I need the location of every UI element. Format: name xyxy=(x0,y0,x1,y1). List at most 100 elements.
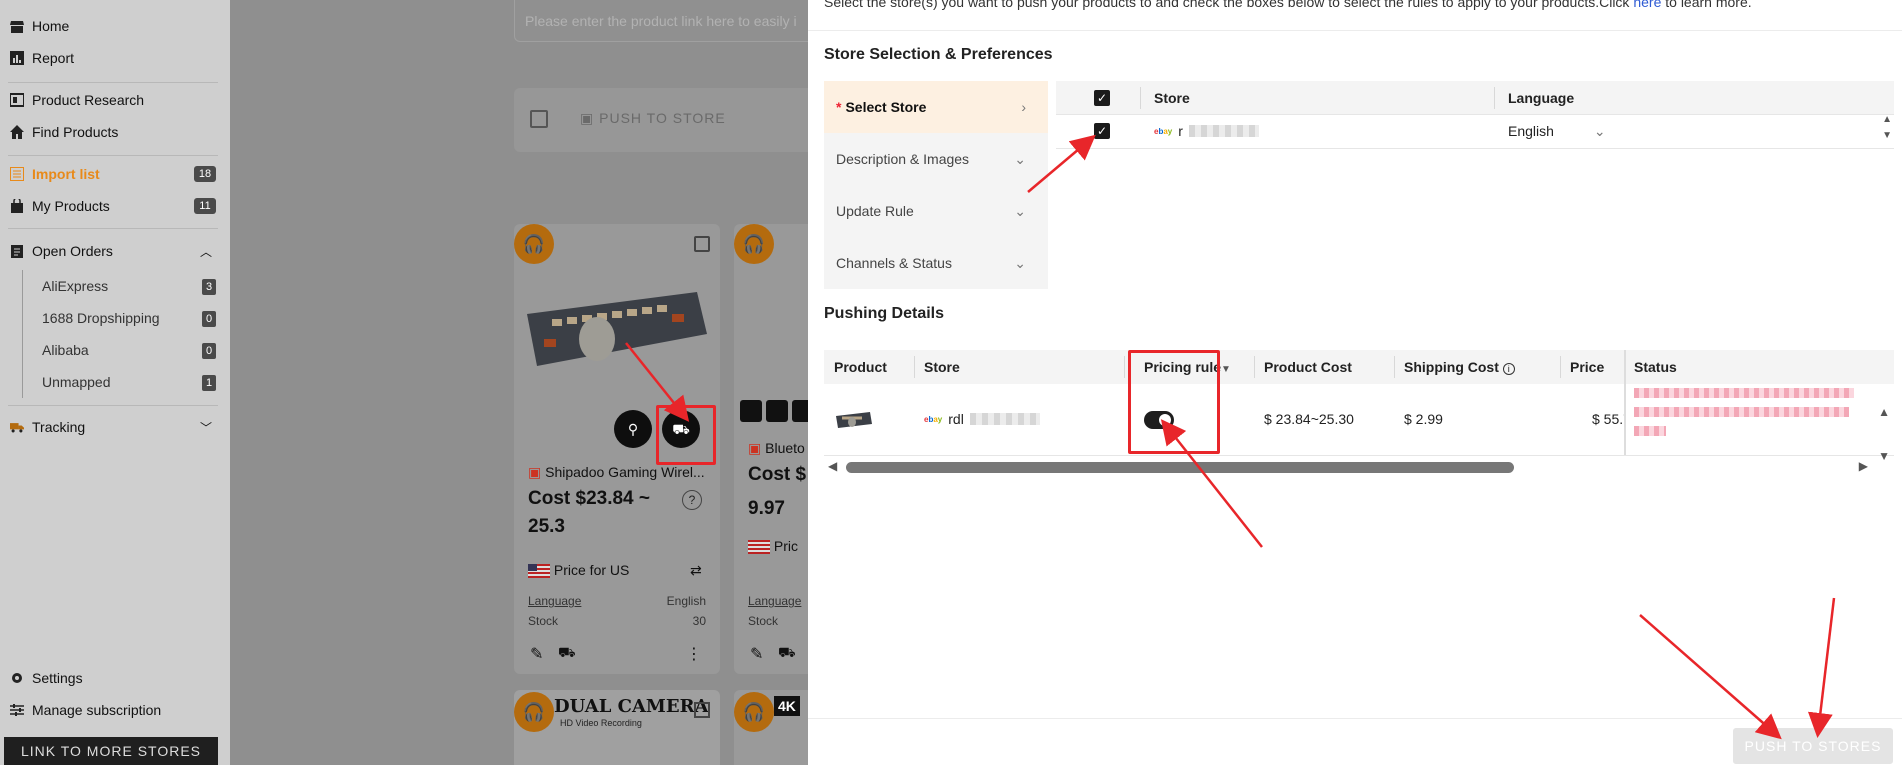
sidebar: Home Report Product Research Find Produc… xyxy=(0,0,230,765)
push-to-stores-button[interactable]: PUSH TO STORES xyxy=(1733,728,1893,764)
sidebar-subitem-unmapped[interactable]: Unmapped xyxy=(42,374,111,390)
select-all-checkbox[interactable] xyxy=(530,110,548,128)
product-image-text: DUAL CAMERA xyxy=(554,696,709,717)
store-table-header: ✓ Store Language xyxy=(1056,81,1894,115)
column-header-language: Language xyxy=(1508,90,1575,106)
pref-channels-status[interactable]: Channels & Status ⌄ xyxy=(824,237,1048,289)
headset-icon[interactable]: 🎧 xyxy=(734,224,774,264)
chevron-down-icon: ⌄ xyxy=(1014,202,1026,219)
sidebar-item-label: Import list xyxy=(32,166,100,182)
chevron-down-icon[interactable]: ﹀ xyxy=(200,419,212,436)
learn-more-link[interactable]: here xyxy=(1633,0,1661,10)
more-icon[interactable]: ⋮ xyxy=(686,644,702,664)
product-cost-max: 9.97 xyxy=(748,498,785,519)
sidebar-item-import-list[interactable]: Import list xyxy=(10,166,100,182)
sidebar-item-label: Manage subscription xyxy=(32,702,162,718)
chevron-right-icon: › xyxy=(1021,99,1026,115)
shipping-icon[interactable]: ⛟ xyxy=(558,644,576,663)
sidebar-item-label: Report xyxy=(32,50,75,66)
edit-icon[interactable]: ✎ xyxy=(750,644,763,664)
scroll-left-icon: ◀ xyxy=(828,459,838,473)
language-select[interactable]: English ⌄ xyxy=(1508,123,1606,140)
product-cost-max: 25.3 xyxy=(528,516,565,537)
pushing-row: ebay rdl $ 23.84~25.30 $ 2.99 $ 55.7 ▲▼ xyxy=(824,384,1894,463)
aliexpress-icon: ▣ xyxy=(748,440,766,456)
product-card: 🎧 ▣ Blueto Cost $ 9.97 Pric Language Sto… xyxy=(734,224,808,674)
shipping-icon[interactable]: ⛟ xyxy=(778,644,796,663)
clipboard-icon xyxy=(10,244,24,258)
card-checkbox[interactable] xyxy=(694,236,710,252)
swap-icon[interactable]: ⇄ xyxy=(690,562,702,579)
sidebar-item-open-orders[interactable]: Open Orders xyxy=(10,243,113,259)
research-icon xyxy=(10,93,24,107)
sidebar-item-label: Product Research xyxy=(32,92,145,108)
sidebar-item-tracking[interactable]: Tracking xyxy=(10,419,85,435)
count-badge: 18 xyxy=(194,166,216,182)
edit-icon[interactable]: ✎ xyxy=(530,644,543,664)
sidebar-subitem-alibaba[interactable]: Alibaba xyxy=(42,342,89,358)
product-cost: Cost $ xyxy=(748,464,807,485)
push-to-store-button[interactable]: ▣ PUSH TO STORE xyxy=(580,110,726,127)
store-row[interactable]: ✓ ebay r English ⌄ ▲ ▼ xyxy=(1056,112,1894,149)
scroll-right-icon: ▶ xyxy=(1858,459,1868,473)
sidebar-item-label: Home xyxy=(32,18,70,34)
divider xyxy=(8,155,218,156)
count-badge: 11 xyxy=(194,198,216,214)
card-checkbox[interactable] xyxy=(694,702,710,718)
language-label: Language xyxy=(748,594,802,608)
aliexpress-icon: ▣ xyxy=(528,464,546,480)
product-title[interactable]: ▣ Blueto xyxy=(748,440,805,457)
us-flag-icon xyxy=(748,540,770,555)
product-cost: Cost $23.84 ~ xyxy=(528,488,650,509)
sidebar-item-manage-subscription[interactable]: Manage subscription xyxy=(10,702,161,718)
column-header-store: Store xyxy=(1154,90,1190,106)
column-header-shipping-cost: Shipping Cost i xyxy=(1404,359,1515,375)
scrollbar-thumb[interactable] xyxy=(846,462,1514,473)
column-header-price: Price xyxy=(1570,359,1605,375)
sidebar-item-find-products[interactable]: Find Products xyxy=(10,124,118,140)
sidebar-item-settings[interactable]: Settings xyxy=(10,670,83,686)
product-link-input[interactable]: Please enter the product link here to ea… xyxy=(514,0,808,42)
search-icon[interactable]: ⚲ xyxy=(614,410,652,448)
select-all-stores-checkbox[interactable]: ✓ xyxy=(1094,90,1110,106)
row-store-name: ebay rdl xyxy=(924,411,1040,427)
highlight-push-icon xyxy=(656,405,716,465)
sidebar-item-report[interactable]: Report xyxy=(10,50,74,66)
list-icon xyxy=(10,167,24,181)
stock-value: 30 xyxy=(692,614,706,628)
pref-update-rule[interactable]: Update Rule ⌄ xyxy=(824,185,1048,237)
column-header-product-cost: Product Cost xyxy=(1264,359,1352,375)
sidebar-subitem-aliexpress[interactable]: AliExpress xyxy=(42,278,108,294)
count-badge: 0 xyxy=(202,311,216,327)
product-title[interactable]: ▣ Shipadoo Gaming Wirel... xyxy=(528,464,705,481)
column-divider xyxy=(1140,87,1141,109)
link-more-stores-button[interactable]: LINK TO MORE STORES xyxy=(4,737,218,765)
column-header-product: Product xyxy=(834,359,887,375)
sliders-icon xyxy=(10,703,24,717)
price-country: Price for US xyxy=(528,562,629,579)
sidebar-item-home[interactable]: Home xyxy=(10,18,69,34)
headset-icon[interactable]: 🎧 xyxy=(514,692,554,732)
divider xyxy=(808,30,1902,31)
sidebar-subitem-1688[interactable]: 1688 Dropshipping xyxy=(42,310,160,326)
headset-icon[interactable]: 🎧 xyxy=(514,224,554,264)
scroll-arrows[interactable]: ▲ ▼ xyxy=(1882,112,1892,144)
store-icon xyxy=(10,19,24,33)
store-name: ebay r xyxy=(1154,123,1259,139)
sidebar-item-label: Find Products xyxy=(32,124,119,140)
sidebar-item-my-products[interactable]: My Products xyxy=(10,198,110,214)
chevron-up-icon[interactable]: ︿ xyxy=(200,243,212,260)
language-label: Language xyxy=(528,594,582,608)
ebay-icon: ebay xyxy=(1154,126,1173,136)
pref-select-store[interactable]: * Select Store › xyxy=(824,81,1048,133)
shipping-cost-value: $ 2.99 xyxy=(1404,411,1443,427)
store-checkbox[interactable]: ✓ xyxy=(1094,123,1110,139)
headset-icon[interactable]: 🎧 xyxy=(734,692,774,732)
help-icon[interactable]: ? xyxy=(682,490,702,510)
push-to-store-label: PUSH TO STORE xyxy=(599,110,726,126)
sidebar-item-product-research[interactable]: Product Research xyxy=(10,92,144,108)
product-image xyxy=(522,284,712,374)
pref-description-images[interactable]: Description & Images ⌄ xyxy=(824,133,1048,185)
horizontal-scrollbar[interactable]: ◀ ▶ xyxy=(824,456,1894,478)
sidebar-item-label: My Products xyxy=(32,198,110,214)
